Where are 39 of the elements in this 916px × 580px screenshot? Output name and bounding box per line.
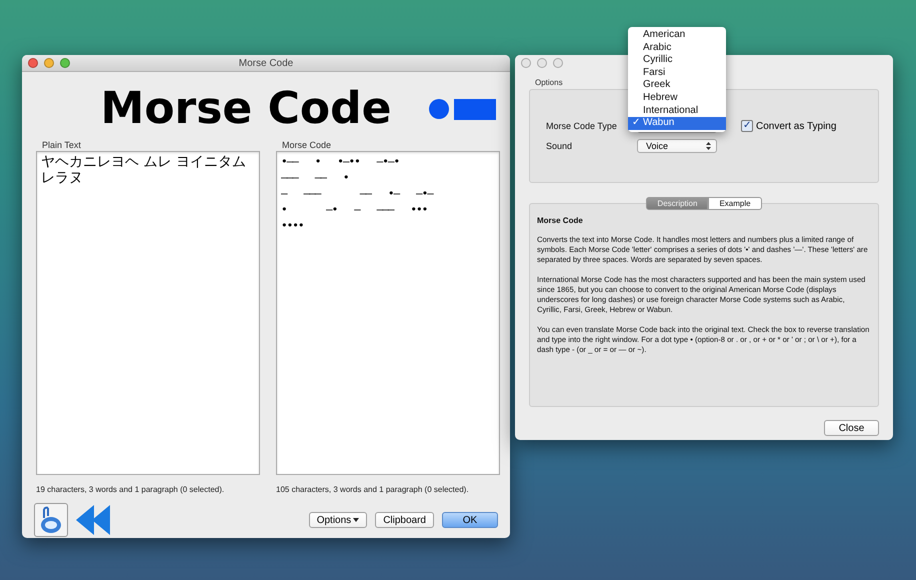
sound-select[interactable]: Voice xyxy=(637,139,717,153)
app-heading: Morse Code xyxy=(100,84,392,134)
plain-text-field[interactable]: ヤヘカニレヨヘ ムレ ヨイニタム レラヌ xyxy=(36,151,260,475)
menu-item[interactable]: Cyrillic xyxy=(628,54,726,67)
options-menu-button[interactable]: Options xyxy=(308,512,368,528)
tab[interactable]: Example xyxy=(708,197,762,210)
menu-item[interactable]: American xyxy=(628,29,726,42)
stepper-arrows-icon xyxy=(706,142,711,150)
menu-item[interactable]: Greek xyxy=(628,79,726,92)
rewind-icon[interactable] xyxy=(76,503,112,537)
caret-icon xyxy=(353,518,360,522)
dot-dash-logo-icon xyxy=(428,96,496,122)
window-title: Morse Code xyxy=(238,58,294,68)
minimize-window-button[interactable] xyxy=(44,58,54,68)
ok-button[interactable]: OK xyxy=(442,512,498,528)
field-label: Morse Code xyxy=(282,140,332,151)
music-character-button[interactable] xyxy=(34,503,68,537)
clipboard-button[interactable]: Clipboard xyxy=(375,512,434,528)
field-label: Sound xyxy=(546,141,572,151)
close-button[interactable]: Close xyxy=(824,420,879,436)
close-window-button[interactable] xyxy=(521,58,531,68)
description-title: Morse Code xyxy=(537,216,584,225)
close-window-button[interactable] xyxy=(28,58,38,68)
menu-item[interactable]: ✓ Wabun xyxy=(628,117,726,130)
morse-code-field[interactable]: •—— • •—•• —•—• ——— —— • — ——— —— •— —•— • —• — ——— ••• •••• xyxy=(276,151,500,475)
minimize-window-button[interactable] xyxy=(537,58,547,68)
zoom-window-button[interactable] xyxy=(553,58,563,68)
text-statistics: 19 characters, 3 words and 1 paragraph (0 selected). xyxy=(36,485,226,496)
text-statistics: 105 characters, 3 words and 1 paragraph (0 selected). xyxy=(276,485,470,496)
group-label: Options xyxy=(535,78,563,87)
menu-item[interactable]: Arabic xyxy=(628,42,726,54)
music-character-icon xyxy=(38,506,64,534)
field-label: Morse Code Type xyxy=(546,121,617,131)
menu-item[interactable]: International xyxy=(628,104,726,118)
menu-item[interactable]: Hebrew xyxy=(628,92,726,105)
menu-item[interactable]: Farsi xyxy=(628,66,726,80)
field-label: Plain Text xyxy=(42,140,82,151)
zoom-window-button[interactable] xyxy=(60,58,70,68)
convert-as-typing-checkbox[interactable]: ✓ Convert as Typing xyxy=(741,120,862,132)
